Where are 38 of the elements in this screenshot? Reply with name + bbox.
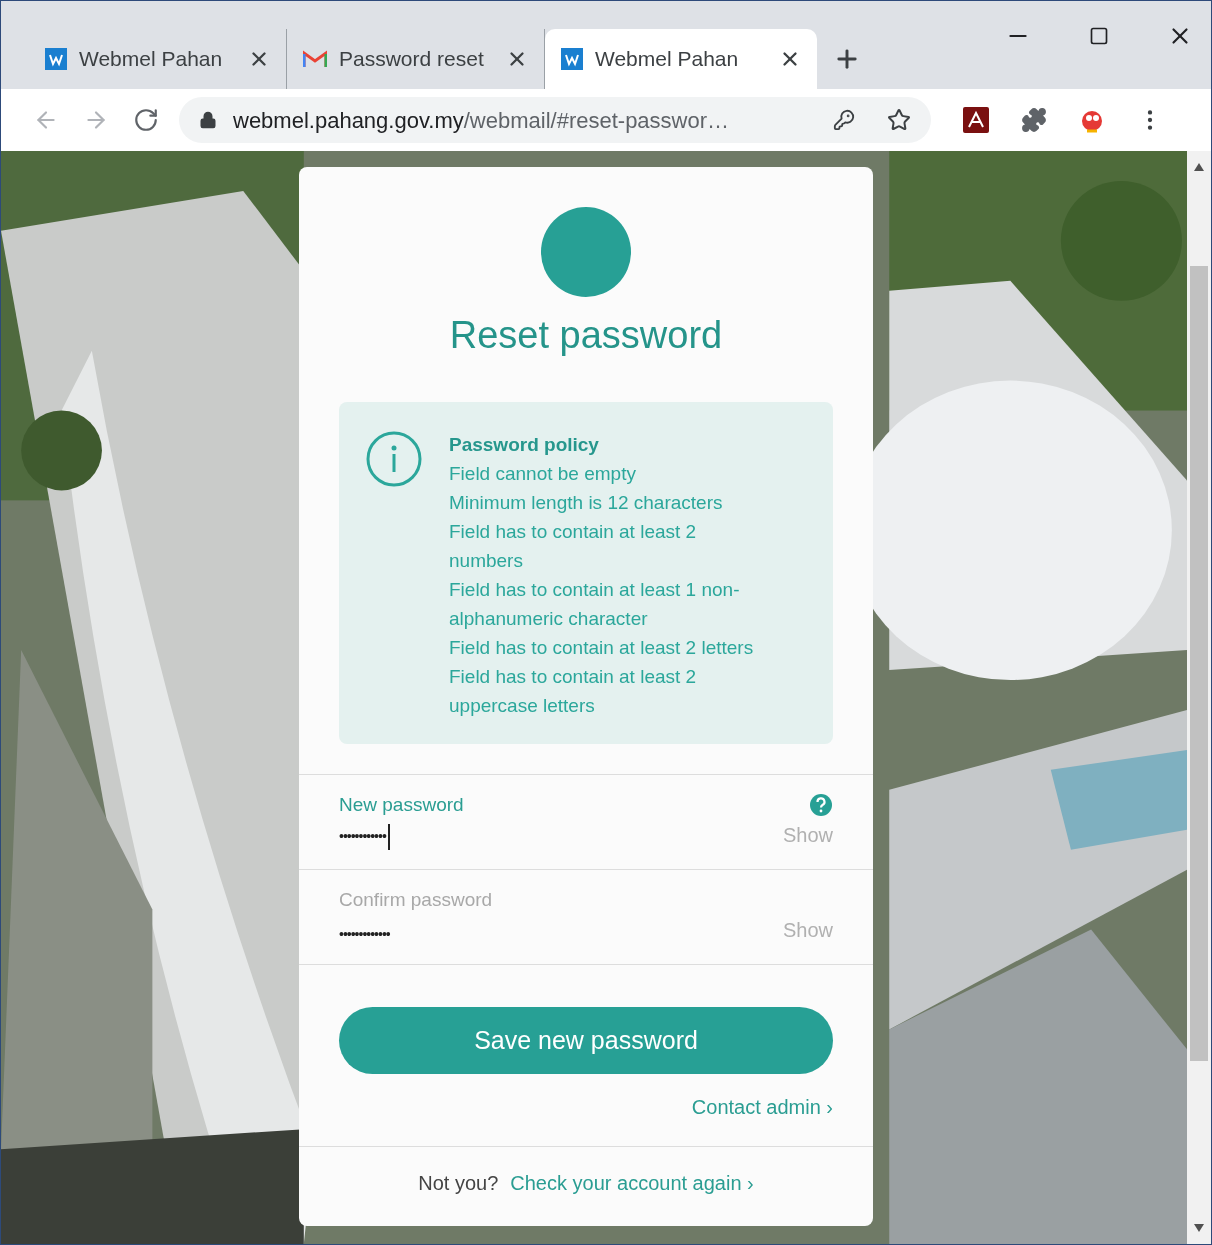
help-icon[interactable] bbox=[809, 793, 833, 818]
app-logo-icon bbox=[45, 48, 67, 70]
policy-rule: Field has to contain at least 2 letters bbox=[449, 636, 755, 660]
scroll-up-icon[interactable] bbox=[1194, 163, 1204, 171]
address-bar[interactable]: webmel.pahang.gov.my/webmail/#reset-passwor… bbox=[179, 97, 931, 143]
prompt-text: Not you? bbox=[418, 1170, 499, 1196]
card-title: Reset password bbox=[448, 313, 724, 358]
document-icon[interactable] bbox=[963, 107, 989, 133]
info-icon bbox=[365, 430, 423, 488]
password-value: •••••••••••• bbox=[339, 827, 386, 846]
password-field[interactable]: New password •••••••••••• Show bbox=[299, 775, 873, 870]
tab-title: Password reset bbox=[339, 46, 485, 73]
scrollbar-thumb[interactable] bbox=[1190, 266, 1208, 1061]
tab-title: Webmel Pahan bbox=[595, 46, 740, 73]
text-cursor bbox=[387, 823, 390, 850]
reload-icon[interactable] bbox=[133, 107, 159, 133]
extensions-icon[interactable] bbox=[1021, 107, 1047, 133]
maximize-icon[interactable] bbox=[1089, 26, 1109, 46]
password-field[interactable]: Confirm password ••••••••••••• Show bbox=[299, 870, 873, 965]
envelope-logo-icon bbox=[303, 50, 327, 68]
policy-rule: Field has to contain at least 2 uppercase letters bbox=[449, 665, 698, 718]
key-icon[interactable] bbox=[833, 109, 855, 131]
policy-title: Password policy bbox=[449, 433, 600, 457]
lock-icon bbox=[199, 111, 217, 129]
browser-tab[interactable]: Webmel Pahan bbox=[545, 29, 817, 89]
url-text: webmel.pahang.gov.my/webmail/#reset-passwor… bbox=[233, 106, 731, 135]
policy-rule: Field has to contain at least 2 numbers bbox=[449, 520, 698, 573]
field-label: New password bbox=[339, 793, 464, 817]
bookmark-star-icon[interactable] bbox=[887, 108, 911, 132]
app-logo-icon bbox=[561, 48, 583, 70]
scroll-down-icon[interactable] bbox=[1194, 1224, 1204, 1232]
password-value: ••••••••••••• bbox=[339, 924, 390, 944]
scrollbar[interactable] bbox=[1187, 151, 1211, 1244]
field-label: Confirm password bbox=[339, 888, 493, 912]
policy-rule: Field cannot be empty bbox=[449, 462, 637, 486]
policy-rule: Field has to contain at least 1 non-alphanumeric character bbox=[449, 578, 741, 631]
policy-rule: Minimum length is 12 characters bbox=[449, 491, 724, 515]
tab-title: Webmel Pahan bbox=[79, 46, 224, 73]
